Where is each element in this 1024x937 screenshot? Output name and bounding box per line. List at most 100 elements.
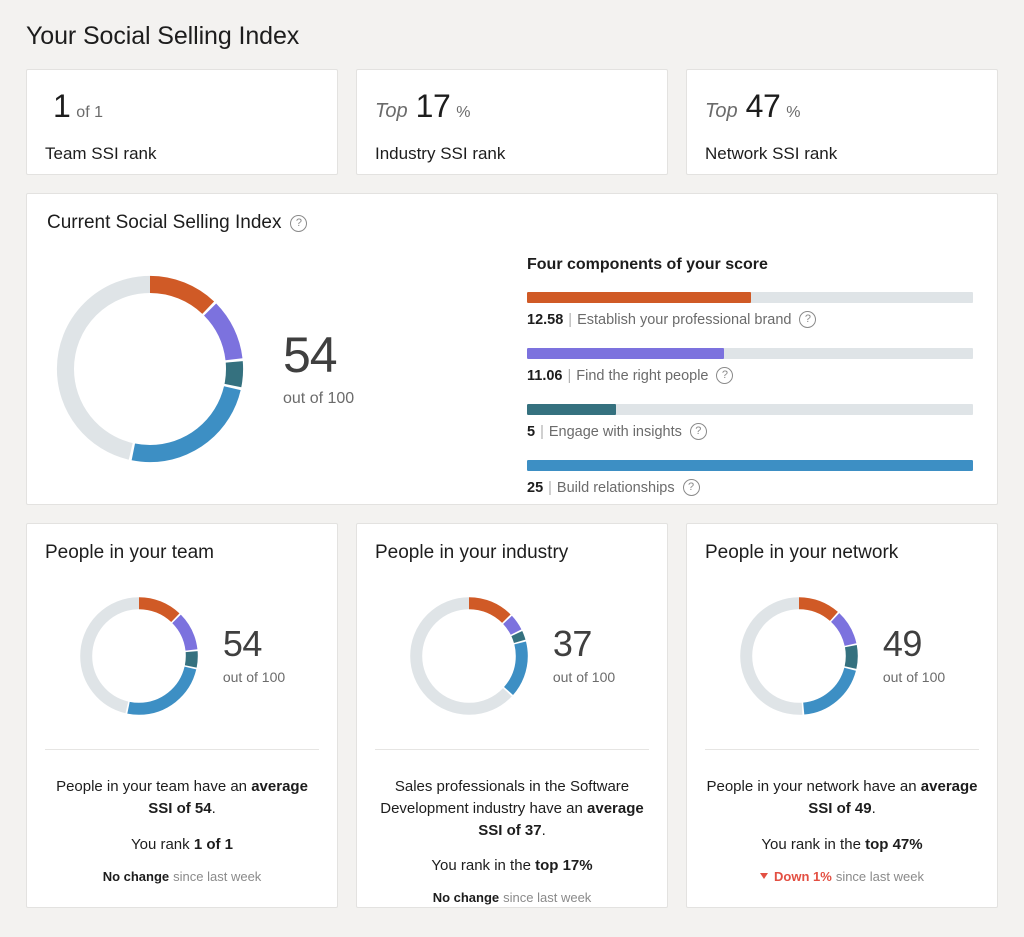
people-score-block: 54 out of 100 <box>223 626 285 685</box>
component-separator: | <box>548 480 552 496</box>
component-bar-track <box>527 292 973 303</box>
question-mark-circle-icon[interactable]: ? <box>716 367 733 384</box>
stat-suffix: % <box>456 104 470 122</box>
stat-card-industry-ssi-rank: Top 17 % Industry SSI rank <box>356 69 668 175</box>
question-mark-circle-icon[interactable]: ? <box>290 215 307 232</box>
component-bar-fill <box>527 404 616 415</box>
component-row-engage-with-insights: 5 | Engage with insights ? <box>527 404 973 440</box>
component-separator: | <box>540 424 544 440</box>
people-average-line: People in your team have an average SSI … <box>45 776 319 820</box>
stat-value: 1 of 1 <box>45 90 319 130</box>
component-score: 25 <box>527 480 543 496</box>
stat-suffix: of 1 <box>76 104 103 122</box>
ssi-rank-summary-row: 1 of 1 Team SSI rank Top 17 % Industry S… <box>26 69 998 175</box>
current-ssi-header: Current Social Selling Index ? <box>47 212 977 234</box>
stat-value: Top 47 % <box>705 90 979 130</box>
question-mark-circle-icon[interactable]: ? <box>799 311 816 328</box>
people-average-line: Sales professionals in the Software Deve… <box>375 776 649 841</box>
current-ssi-title: Current Social Selling Index <box>47 212 281 234</box>
people-donut-chart: 54 out of 100 <box>45 568 319 743</box>
people-average-tail: . <box>542 822 546 839</box>
people-card-network: People in your network 49 out of 100 Peo… <box>686 523 998 908</box>
people-change-line: Down 1% since last week <box>705 869 979 884</box>
people-average-lead: People in your team have an <box>56 778 247 795</box>
people-card-title: People in your network <box>705 542 979 564</box>
stat-number: 17 <box>416 90 451 122</box>
people-score-block: 49 out of 100 <box>883 626 945 685</box>
people-score-out-of: out of 100 <box>883 669 945 685</box>
stat-number: 1 <box>53 90 70 122</box>
component-bar-fill <box>527 348 724 359</box>
component-bar-track <box>527 404 973 415</box>
stat-prefix: Top <box>705 100 738 123</box>
people-change-line: No change since last week <box>45 869 319 884</box>
component-caption: 5 | Engage with insights ? <box>527 423 973 440</box>
people-change-strong: Down 1% <box>774 869 832 884</box>
people-rank-line: You rank 1 of 1 <box>45 836 319 853</box>
arrow-down-icon <box>760 873 768 879</box>
donut-svg <box>79 596 199 716</box>
people-change-strong: No change <box>103 869 169 884</box>
people-comparison-row: People in your team 54 out of 100 People… <box>26 523 998 908</box>
current-ssi-donut-chart: 54 out of 100 <box>47 238 527 496</box>
current-ssi-score-out-of: out of 100 <box>283 390 354 408</box>
people-rank-strong: top 47% <box>865 836 923 853</box>
component-caption: 11.06 | Find the right people ? <box>527 367 973 384</box>
ssi-dashboard: Your Social Selling Index 1 of 1 Team SS… <box>0 0 1024 937</box>
people-donut-chart: 49 out of 100 <box>705 568 979 743</box>
component-name: Establish your professional brand <box>577 312 791 328</box>
people-summary-text: People in your team have an average SSI … <box>45 750 319 884</box>
stat-card-team-ssi-rank: 1 of 1 Team SSI rank <box>26 69 338 175</box>
people-change-line: No change since last week <box>375 890 649 905</box>
people-rank-lead: You rank <box>131 836 190 853</box>
component-score: 12.58 <box>527 312 563 328</box>
people-change-tail: since last week <box>173 869 261 884</box>
component-caption: 12.58 | Establish your professional bran… <box>527 311 973 328</box>
component-score: 11.06 <box>527 368 563 384</box>
stat-label: Team SSI rank <box>45 144 319 164</box>
stat-label: Network SSI rank <box>705 144 979 164</box>
stat-suffix: % <box>786 104 800 122</box>
question-mark-circle-icon[interactable]: ? <box>683 479 700 496</box>
people-average-lead: People in your network have an <box>706 778 916 795</box>
donut-svg <box>409 596 529 716</box>
people-score-out-of: out of 100 <box>223 669 285 685</box>
component-name: Engage with insights <box>549 424 682 440</box>
component-row-build-relationships: 25 | Build relationships ? <box>527 460 973 496</box>
current-ssi-score-block: 54 out of 100 <box>283 330 354 408</box>
component-bar-fill <box>527 292 751 303</box>
people-average-line: People in your network have an average S… <box>705 776 979 820</box>
people-rank-line: You rank in the top 47% <box>705 836 979 853</box>
current-ssi-card: Current Social Selling Index ? 54 out of… <box>26 193 998 505</box>
stat-number: 47 <box>746 90 781 122</box>
people-change-tail: since last week <box>503 890 591 905</box>
people-average-tail: . <box>212 800 216 817</box>
stat-value: Top 17 % <box>375 90 649 130</box>
stat-prefix: Top <box>375 100 408 123</box>
people-score-out-of: out of 100 <box>553 669 615 685</box>
people-score: 37 <box>553 626 615 662</box>
score-components-panel: Four components of your score 12.58 | Es… <box>527 238 977 496</box>
people-score-block: 37 out of 100 <box>553 626 615 685</box>
people-rank-lead: You rank in the <box>761 836 861 853</box>
component-separator: | <box>568 312 572 328</box>
component-row-find-right-people: 11.06 | Find the right people ? <box>527 348 973 384</box>
component-name: Find the right people <box>576 368 708 384</box>
stat-label: Industry SSI rank <box>375 144 649 164</box>
current-ssi-body: 54 out of 100 Four components of your sc… <box>47 238 977 496</box>
people-score: 54 <box>223 626 285 662</box>
people-card-team: People in your team 54 out of 100 People… <box>26 523 338 908</box>
component-caption: 25 | Build relationships ? <box>527 479 973 496</box>
people-card-title: People in your team <box>45 542 319 564</box>
component-name: Build relationships <box>557 480 675 496</box>
people-summary-text: People in your network have an average S… <box>705 750 979 884</box>
component-bar-fill <box>527 460 973 471</box>
people-average-tail: . <box>872 800 876 817</box>
component-separator: | <box>568 368 572 384</box>
question-mark-circle-icon[interactable]: ? <box>690 423 707 440</box>
people-summary-text: Sales professionals in the Software Deve… <box>375 750 649 905</box>
current-ssi-score: 54 <box>283 330 354 380</box>
people-card-title: People in your industry <box>375 542 649 564</box>
stat-card-network-ssi-rank: Top 47 % Network SSI rank <box>686 69 998 175</box>
component-score: 5 <box>527 424 535 440</box>
